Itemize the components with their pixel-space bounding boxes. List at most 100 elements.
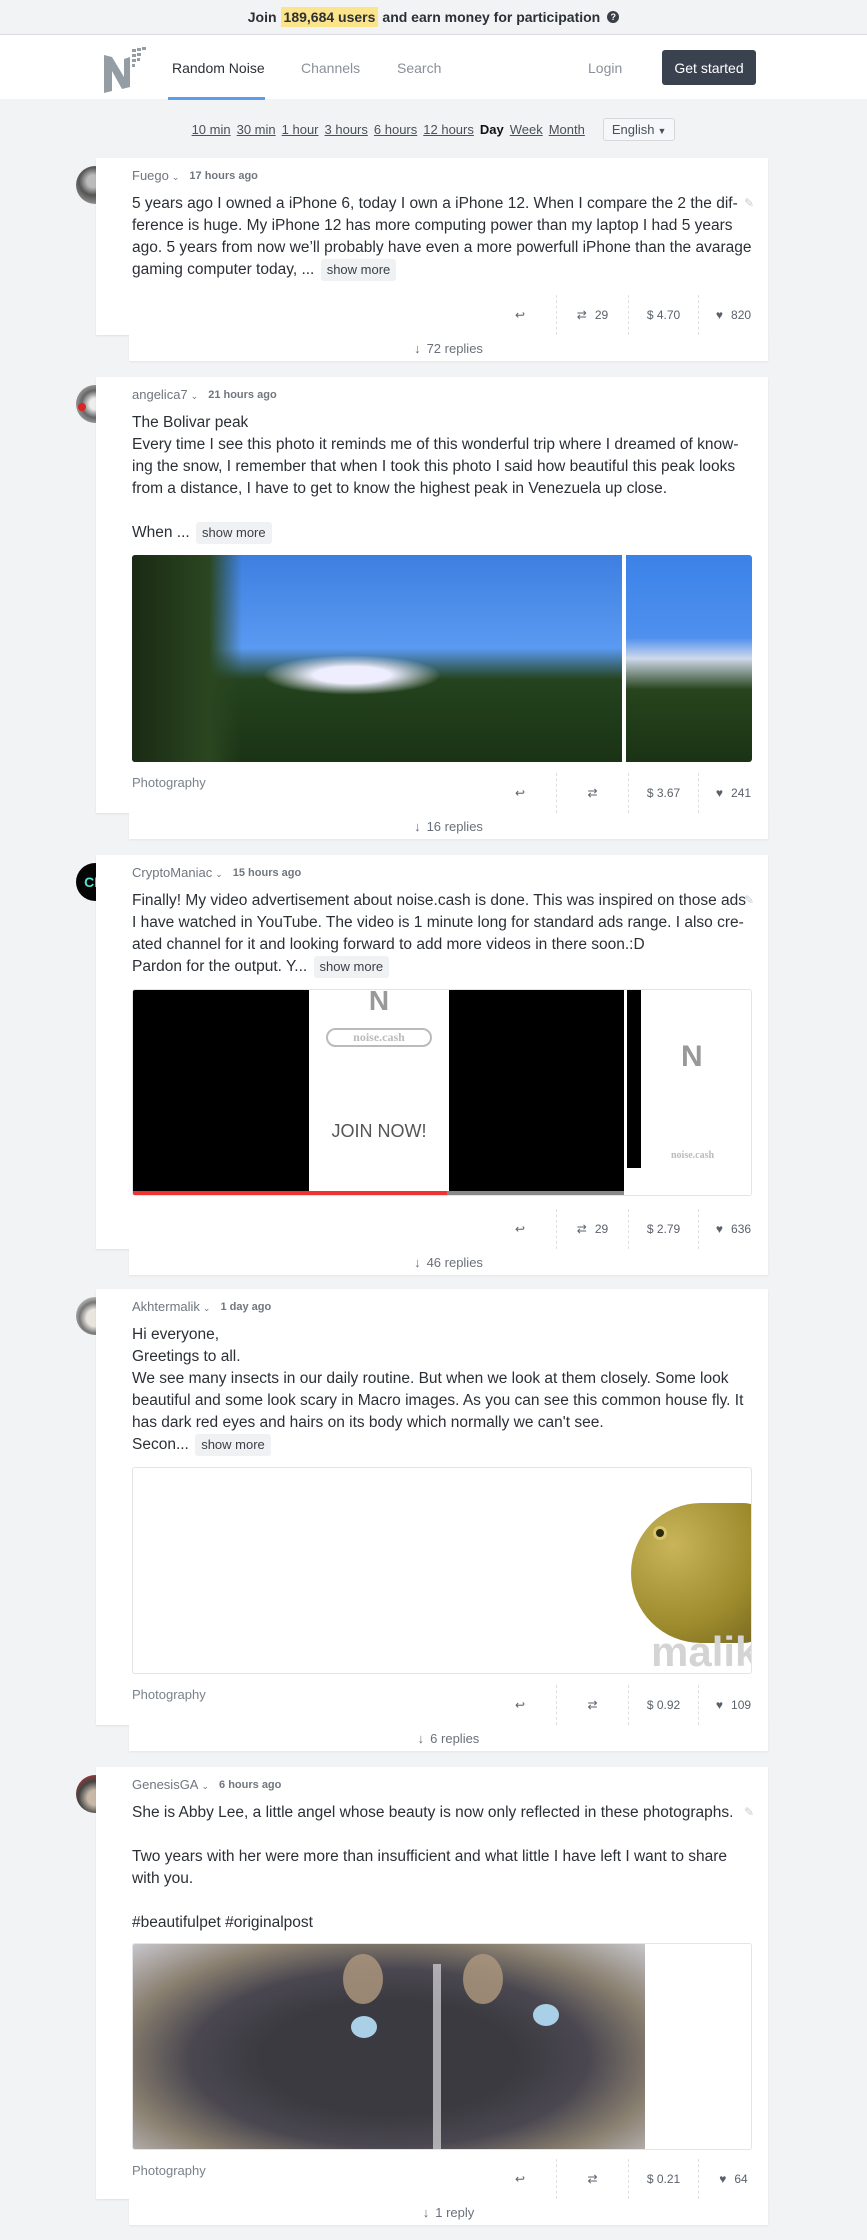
- toad-photo[interactable]: malik: [132, 1467, 752, 1674]
- post-meta: Akhtermalik ⌄ 1 day ago: [132, 1299, 271, 1314]
- replies-toggle[interactable]: ↓ 6 replies: [129, 1725, 768, 1751]
- like-button[interactable]: ♥ 636: [698, 1209, 768, 1249]
- renoise-button[interactable]: ⇄ 29: [556, 1209, 628, 1249]
- chevron-down-icon[interactable]: ⌄: [191, 391, 199, 401]
- banner-suffix: and earn money for participation: [382, 9, 601, 25]
- mountain-photo[interactable]: [132, 555, 752, 762]
- tip-button[interactable]: $ 0.92: [628, 1685, 698, 1725]
- filter-week[interactable]: Week: [510, 122, 543, 137]
- post: CM CryptoManiac ⌄ 15 hours ago ✎ Finally!…: [0, 855, 867, 1275]
- username[interactable]: angelica7 ⌄: [132, 387, 198, 402]
- username[interactable]: CryptoManiac ⌄: [132, 865, 223, 880]
- timestamp[interactable]: 15 hours ago: [233, 867, 301, 879]
- like-button[interactable]: ♥ 64: [698, 2159, 768, 2199]
- renoise-button[interactable]: ⇄: [556, 773, 628, 813]
- tip-button[interactable]: $ 3.67: [628, 773, 698, 813]
- filter-10-min[interactable]: 10 min: [192, 122, 231, 137]
- reply-button[interactable]: ↩: [484, 1685, 556, 1725]
- arrow-down-icon: ↓: [414, 1254, 421, 1270]
- chevron-down-icon[interactable]: ⌄: [201, 1781, 209, 1791]
- post-meta: angelica7 ⌄ 21 hours ago: [132, 387, 277, 402]
- post-text-2: Two years with her were more than insuff…: [132, 1848, 728, 1887]
- timestamp[interactable]: 6 hours ago: [219, 1779, 281, 1791]
- tip-amount: $ 3.67: [646, 786, 681, 800]
- video-cta: JOIN NOW!: [331, 1121, 427, 1141]
- chevron-down-icon[interactable]: ⌄: [172, 172, 180, 182]
- renoise-button[interactable]: ⇄: [556, 2159, 628, 2199]
- filter-day[interactable]: Day: [480, 122, 504, 137]
- filter-6-hours[interactable]: 6 hours: [374, 122, 417, 137]
- like-button[interactable]: ♥ 820: [698, 295, 768, 335]
- tip-button[interactable]: $ 4.70: [628, 295, 698, 335]
- post-card: CryptoManiac ⌄ 15 hours ago ✎ Finally! My…: [96, 855, 768, 1249]
- replies-toggle[interactable]: ↓ 16 replies: [129, 813, 768, 839]
- language-select[interactable]: English ▼: [602, 118, 676, 141]
- noise-cash-logo[interactable]: [102, 45, 152, 93]
- like-count: 820: [731, 308, 752, 322]
- heart-icon: ♥: [715, 308, 724, 322]
- nav-search[interactable]: Search: [397, 35, 441, 99]
- chevron-down-icon[interactable]: ⌄: [203, 1303, 211, 1313]
- username[interactable]: Akhtermalik ⌄: [132, 1299, 210, 1314]
- timestamp[interactable]: 1 day ago: [220, 1301, 271, 1313]
- noise-logo-watermark: N: [368, 989, 390, 1016]
- heart-icon: ♥: [715, 1698, 724, 1712]
- post: angelica7 ⌄ 21 hours ago The Bolivar peak…: [0, 377, 867, 839]
- question-circle-icon[interactable]: ?: [607, 11, 620, 23]
- filter-month[interactable]: Month: [549, 122, 585, 137]
- username-text: angelica7: [132, 387, 188, 402]
- chevron-down-icon[interactable]: ⌄: [215, 869, 223, 879]
- tip-button[interactable]: $ 2.79: [628, 1209, 698, 1249]
- like-button[interactable]: ♥ 109: [698, 1685, 768, 1725]
- post-body: The Bolivar peak Every time I see this p…: [132, 412, 752, 544]
- like-button[interactable]: ♥ 241: [698, 773, 768, 813]
- tip-button[interactable]: $ 0.21: [628, 2159, 698, 2199]
- video-progress-track[interactable]: [133, 1191, 624, 1195]
- filter-12-hours[interactable]: 12 hours: [423, 122, 474, 137]
- video-search-text: noise.cash: [326, 1028, 432, 1047]
- get-started-button[interactable]: Get started: [662, 50, 756, 85]
- show-more-button[interactable]: show more: [313, 956, 390, 978]
- show-more-button[interactable]: show more: [320, 259, 397, 281]
- replies-toggle[interactable]: ↓ 1 reply: [129, 2199, 768, 2225]
- reply-button[interactable]: ↩: [484, 2159, 556, 2199]
- filter-1-hour[interactable]: 1 hour: [282, 122, 319, 137]
- replies-toggle[interactable]: ↓ 46 replies: [129, 1249, 768, 1275]
- dog-photo[interactable]: [132, 1943, 752, 2150]
- post-card: GenesisGA ⌄ 6 hours ago ✎ She is Abby Lee…: [96, 1767, 768, 2199]
- repost-count: 29: [594, 1222, 609, 1236]
- nav-random-noise[interactable]: Random Noise: [172, 35, 265, 99]
- nav-channels[interactable]: Channels: [301, 35, 360, 99]
- reply-button[interactable]: ↩: [484, 295, 556, 335]
- login-link[interactable]: Login: [588, 35, 622, 99]
- channel-tag[interactable]: Photography: [132, 1687, 206, 1702]
- timestamp[interactable]: 21 hours ago: [208, 389, 276, 401]
- post: GenesisGA ⌄ 6 hours ago ✎ She is Abby Lee…: [0, 1767, 867, 2227]
- filter-3-hours[interactable]: 3 hours: [325, 122, 368, 137]
- arrow-down-icon: ↓: [414, 818, 421, 834]
- post-hashtags[interactable]: #beautifulpet #originalpost: [132, 1912, 752, 1934]
- show-more-button[interactable]: show more: [196, 522, 272, 544]
- show-more-button[interactable]: show more: [195, 1434, 271, 1456]
- reply-button[interactable]: ↩: [484, 1209, 556, 1249]
- replies-toggle[interactable]: ↓ 72 replies: [129, 335, 768, 361]
- reply-button[interactable]: ↩: [484, 773, 556, 813]
- filter-30-min[interactable]: 30 min: [237, 122, 276, 137]
- replies-count: 72 replies: [426, 340, 483, 356]
- like-count: 636: [731, 1222, 752, 1236]
- repost-icon: ⇄: [576, 1222, 587, 1236]
- channel-tag[interactable]: Photography: [132, 775, 206, 790]
- post-meta: CryptoManiac ⌄ 15 hours ago: [132, 865, 301, 880]
- top-nav: Random Noise Channels Search Login Get s…: [0, 35, 867, 100]
- repost-count: 29: [594, 308, 609, 322]
- channel-tag[interactable]: Photography: [132, 2163, 206, 2178]
- username[interactable]: GenesisGA ⌄: [132, 1777, 209, 1792]
- renoise-button[interactable]: ⇄ 29: [556, 295, 628, 335]
- timestamp[interactable]: 17 hours ago: [189, 170, 257, 182]
- username[interactable]: Fuego ⌄: [132, 168, 179, 183]
- reply-icon: ↩: [514, 2172, 526, 2186]
- video-advertisement[interactable]: N noise.cash JOIN NOW! N noise.cash: [132, 989, 752, 1196]
- signup-banner: Join 189,684 users and earn money for pa…: [0, 0, 867, 35]
- renoise-button[interactable]: ⇄: [556, 1685, 628, 1725]
- post-actions: ↩ ⇄ 29 $ 2.79 ♥ 636: [484, 1209, 768, 1249]
